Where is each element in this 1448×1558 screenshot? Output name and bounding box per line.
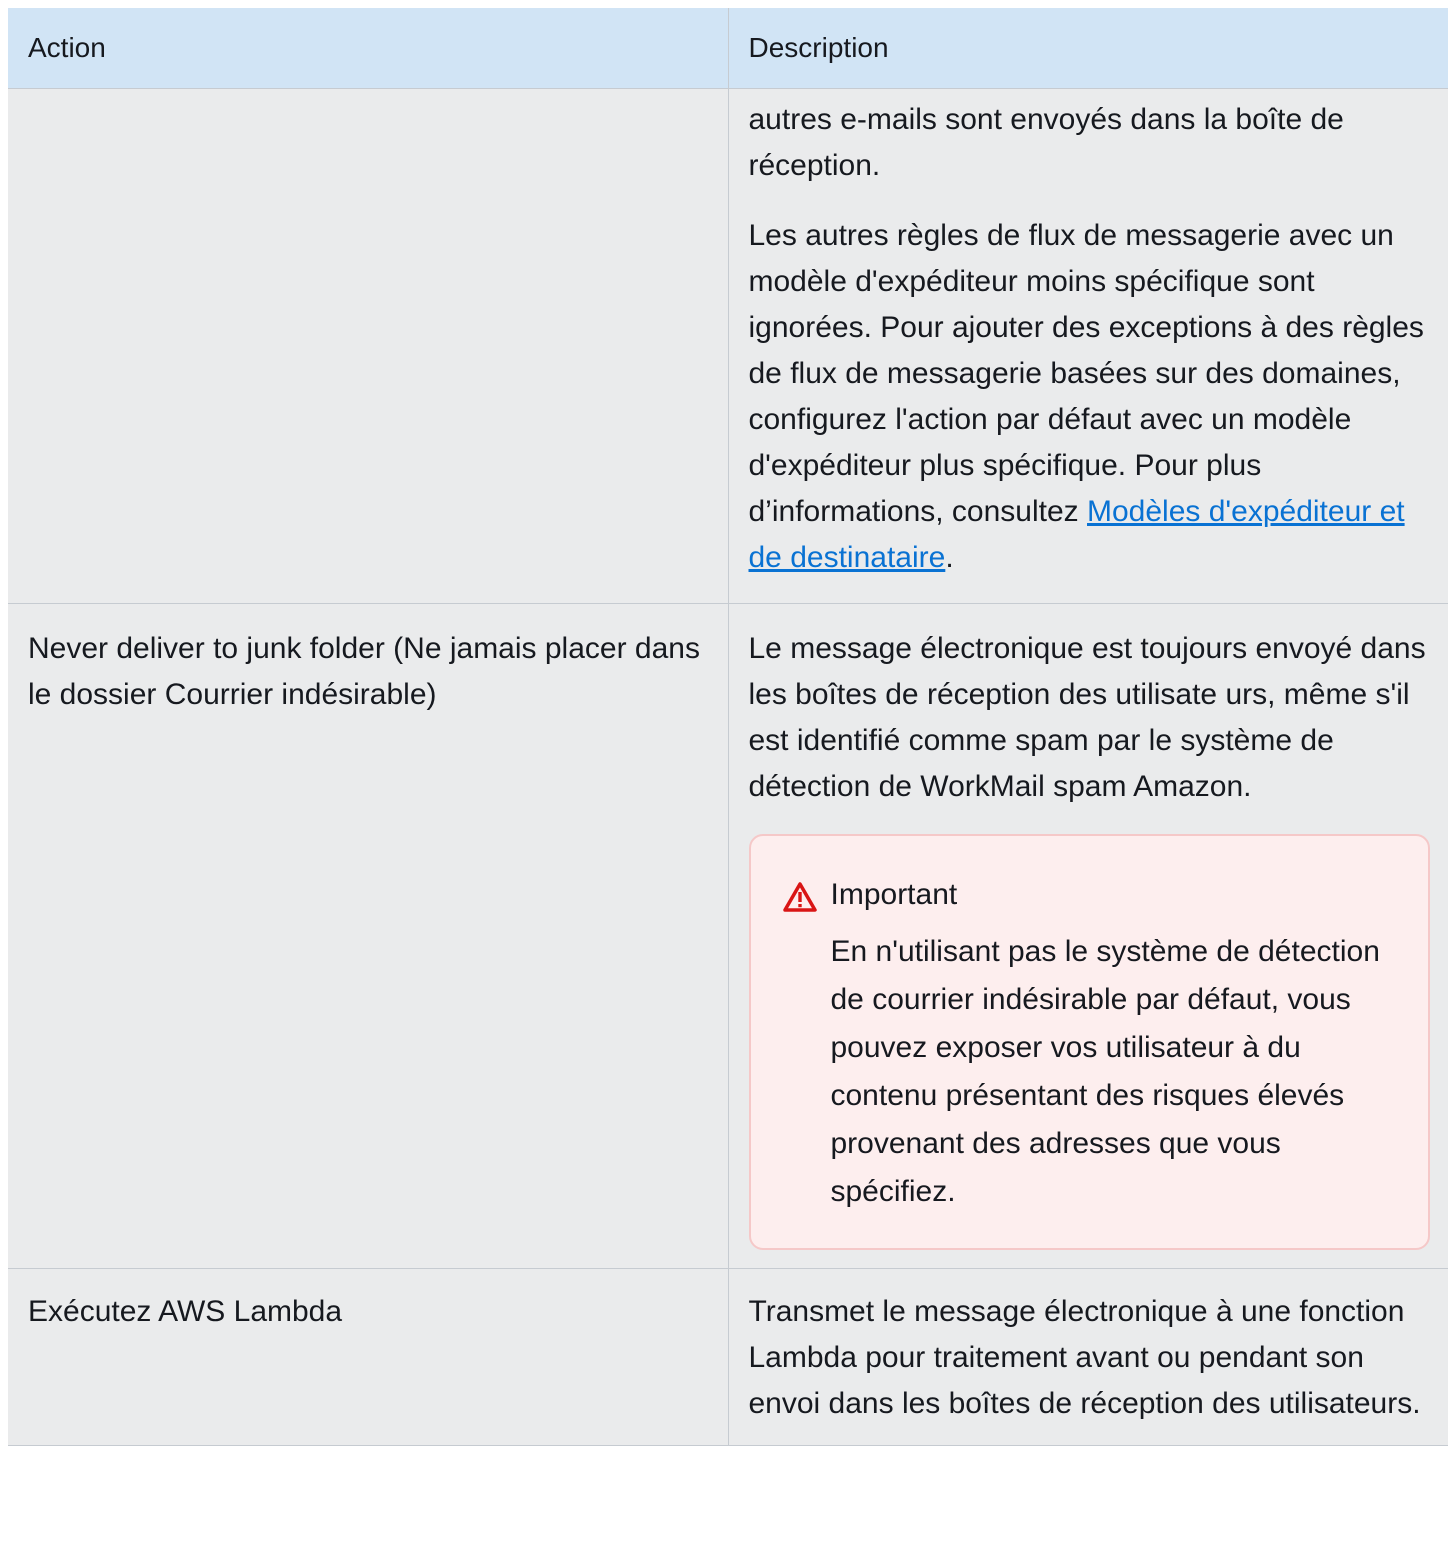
description-cell: autres e-mails sont envoyés dans la boît… [727,88,1448,604]
table-row: Exécutez AWS Lambda Transmet le message … [8,1268,1448,1446]
column-header-description: Description [727,8,1448,89]
description-text: Les autres règles de flux de messagerie … [748,219,1424,528]
column-header-action: Action [8,8,728,89]
table-row: autres e-mails sont envoyés dans la boît… [8,88,1448,604]
description-cell: Transmet le message électronique à une f… [727,1268,1448,1446]
rules-actions-table: Action Description autres e-mails sont e… [8,8,1448,1446]
important-alert: Important En n'utilisant pas le système … [748,834,1430,1250]
description-paragraph: autres e-mails sont envoyés dans la boît… [748,103,1344,182]
alert-header: Important [782,872,1393,918]
description-text-end: . [945,541,954,574]
description-cell: Le message électronique est toujours env… [727,603,1448,1269]
action-cell: Exécutez AWS Lambda [8,1268,728,1446]
description-paragraph: Les autres règles de flux de messagerie … [749,213,1429,581]
table-header-row: Action Description [8,8,1448,89]
description-paragraph: Le message électronique est toujours env… [748,632,1426,803]
action-cell: Never deliver to junk folder (Ne jamais … [8,603,728,1269]
alert-title: Important [830,878,958,911]
action-cell [8,88,728,604]
description-paragraph: Transmet le message électronique à une f… [748,1295,1421,1420]
alert-body: En n'utilisant pas le système de détecti… [830,935,1380,1208]
warning-triangle-icon [782,880,817,912]
table-row: Never deliver to junk folder (Ne jamais … [8,603,1448,1269]
rules-actions-table-container: Action Description autres e-mails sont e… [8,8,1448,1446]
